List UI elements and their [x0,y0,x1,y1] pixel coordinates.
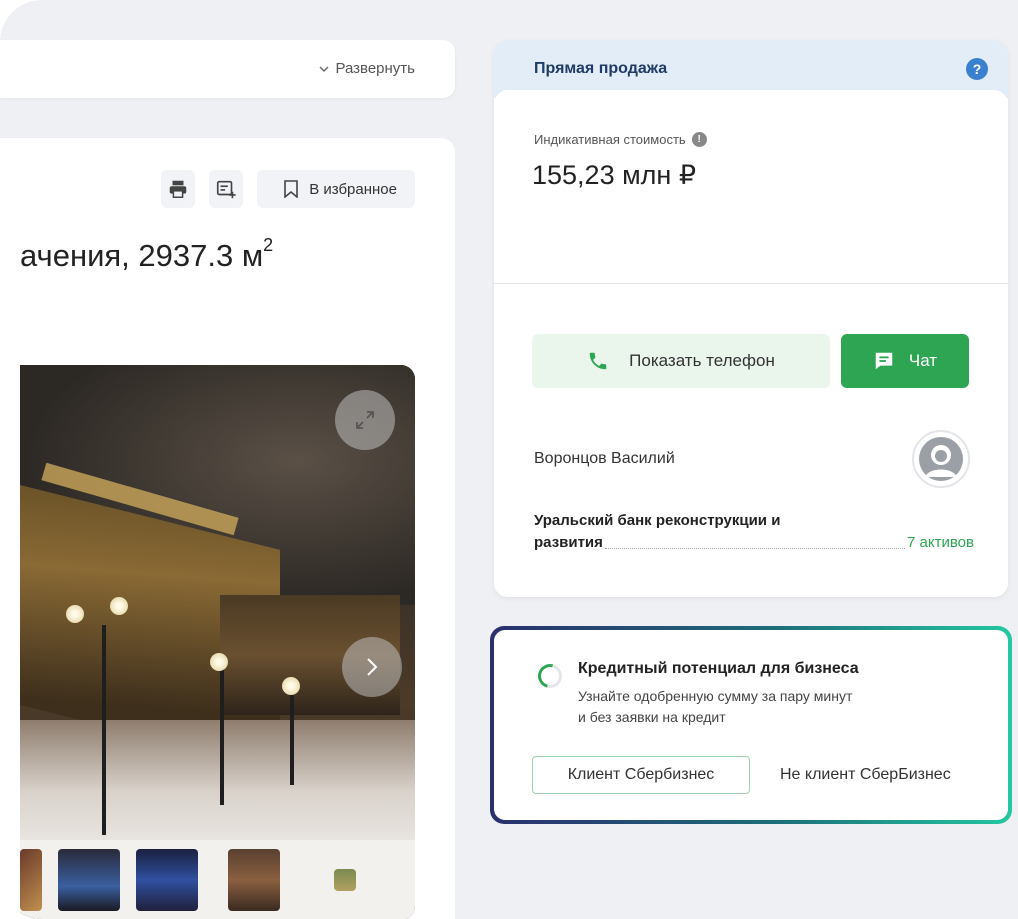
price-value: 155,23 млн ₽ [532,160,696,190]
credit-title: Кредитный потенциал для бизнеса [578,660,859,677]
title-superscript: 2 [263,234,274,255]
title-text: ачения, 2937.3 м [20,238,264,273]
dotted-leader [604,548,906,549]
print-icon [169,180,187,198]
thumbnail[interactable] [228,849,280,911]
indicative-price-text: Индикативная стоимость [534,132,686,147]
chat-button[interactable]: Чат [841,334,969,388]
lamp-bulb [110,597,128,615]
organization-block: Уральский банк реконструкции и развития … [534,510,974,554]
organization-name-line1: Уральский банк реконструкции и [534,512,781,529]
lamp-bulb [282,677,300,695]
thumbnail[interactable] [20,849,42,911]
page-title: ачения, 2937.3 м2 [20,234,274,274]
thumbnail[interactable] [58,849,120,911]
chevron-right-icon [367,658,378,676]
bookmark-icon [284,180,299,198]
show-phone-button[interactable]: Показать телефон [532,334,830,388]
lamp-post [220,665,224,805]
chat-icon [875,352,893,370]
help-icon[interactable]: ? [966,58,988,80]
sberbusiness-client-button[interactable]: Клиент Сбербизнес [532,756,750,794]
sale-type-label: Прямая продажа [534,60,668,77]
info-icon[interactable]: ! [691,132,707,147]
photo-gallery[interactable] [20,365,415,919]
credit-card-inner: Кредитный потенциал для бизнеса Узнайте … [494,630,1008,820]
lamp-post [102,625,106,835]
credit-subtitle-line1: Узнайте одобренную сумму за пару минут [578,688,853,704]
expand-fullscreen-icon [356,411,374,429]
organization-name-line2: развития [534,534,603,551]
assets-link[interactable]: 7 активов [907,532,974,554]
add-note-icon [217,180,236,199]
fullscreen-button[interactable] [335,390,395,450]
add-note-button[interactable] [209,170,244,208]
not-client-link[interactable]: Не клиент СберБизнес [780,766,951,784]
credit-potential-card: Кредитный потенциал для бизнеса Узнайте … [490,626,1012,824]
photo-snow [20,720,415,840]
favorites-label: В избранное [309,180,397,198]
lamp-post [290,685,294,785]
expand-toggle[interactable]: Развернуть [319,60,415,77]
thumbnail-strip [20,840,415,919]
thumbnail[interactable] [136,849,198,911]
collapse-bar: Развернуть [0,40,455,98]
thumbnail[interactable] [334,869,356,891]
credit-subtitle: Узнайте одобренную сумму за пару минут и… [578,686,938,728]
user-avatar-icon [919,437,963,481]
chevron-down-icon [319,66,329,72]
credit-subtitle-line2: и без заявки на кредит [578,709,726,725]
loading-spinner-icon [533,659,567,693]
indicative-price-label: Индикативная стоимость ! [534,132,707,147]
sale-body: Индикативная стоимость ! 155,23 млн ₽ По… [494,90,1008,597]
organization-line2: развития 7 активов [534,532,974,554]
page-frame: Развернуть В избранное ачения, 2937.3 м2… [0,0,1018,919]
lamp-bulb [210,653,228,671]
lamp-bulb [66,605,84,623]
contact-name: Воронцов Василий [534,450,675,467]
direct-sale-card: Прямая продажа ? Индикативная стоимость … [494,40,1008,597]
add-to-favorites-button[interactable]: В избранное [257,170,415,208]
print-button[interactable] [161,170,196,208]
listing-actions: В избранное [161,170,415,208]
phone-icon [589,352,607,370]
avatar [912,430,970,488]
expand-label: Развернуть [335,60,415,77]
next-photo-button[interactable] [342,637,402,697]
listing-card: В избранное ачения, 2937.3 м2 [0,138,455,919]
show-phone-label: Показать телефон [629,351,775,370]
chat-label: Чат [908,351,938,370]
divider [494,283,1008,284]
